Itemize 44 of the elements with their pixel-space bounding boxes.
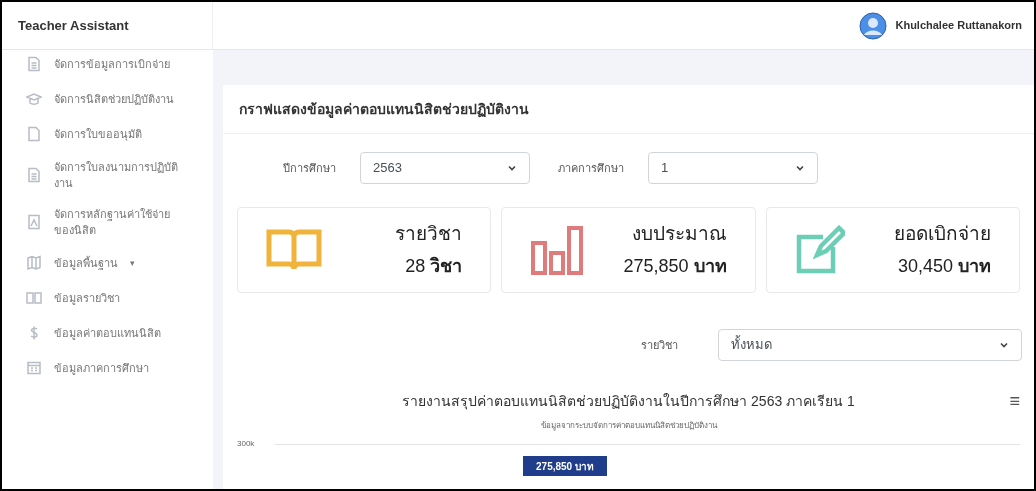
map-icon [26,255,42,271]
document-icon [26,56,42,72]
stat-value: 30,450 บาท [897,254,991,278]
filter-label: ภาคการศึกษา [558,160,624,176]
sidebar-item[interactable]: จัดการนิสิตช่วยปฏิบัติงาน [26,89,201,109]
menu-icon[interactable]: ≡ [1009,388,1020,415]
chart-subtitle: ข้อมูลจากระบบจัดการค่าตอบแทนนิสิตช่วยปฏิบัติงาน [540,420,717,432]
chevron-down-icon [795,163,805,173]
sidebar-item[interactable]: ข้อมูลภาคการศึกษา [26,358,201,378]
stat-label: รายวิชา [395,222,463,247]
calendar-icon [26,360,42,376]
file-icon [26,126,42,142]
panel-title: กราฟแสดงข้อมูลค่าตอบแทนนิสิตช่วยปฏิบัติงาน [239,101,529,117]
filter-label: รายวิชา [641,337,678,353]
document-icon [26,167,42,183]
dropdown-field[interactable]: ทั้งหมด [718,329,1022,361]
user-name[interactable]: Khulchalee Ruttanakorn [895,17,1022,34]
sidebar-item[interactable]: ข้อมูลรายวิชา [26,288,201,308]
pdf-file-icon [26,214,42,230]
sidebar-item[interactable]: จัดการใบลงนามการปฏิบัติงาน [26,159,201,191]
dropdown-field[interactable]: 1 [648,152,818,184]
caret-icon: ▾ [130,255,135,271]
sidebar-item[interactable]: จัดการใบขออนุมัติ [26,124,201,144]
stat-label: งบประมาณ [631,222,727,247]
sidebar-item[interactable]: ข้อมูลค่าตอบแทนนิสิต [26,323,201,343]
filter-label: ปีการศึกษา [283,160,336,176]
chevron-down-icon [507,163,517,173]
edit-icon [794,225,845,275]
sidebar-item[interactable]: จัดการข้อมูลการเบิกจ่าย [26,54,201,74]
sidebar-item[interactable]: ข้อมูลพื้นฐาน ▾ [26,253,201,273]
sidebar-item[interactable]: จัดการหลักฐานค่าใช้จ่ายของนิสิต [26,206,201,238]
chevron-down-icon [999,340,1009,350]
graduation-cap-icon [26,91,42,107]
stat-value: 275,850 บาท [623,254,727,278]
user-avatar-icon[interactable] [859,11,888,40]
stat-label: ยอดเบิกจ่าย [894,222,991,247]
chart-title: รายงานสรุปค่าตอบแทนนิสิตช่วยปฏิบัติงานในปีการศึกษา 2563 ภาคเรียน 1 [402,392,855,412]
bar-chart-icon [530,225,585,275]
axis-tick-label: 300k [237,438,256,450]
bar-value-label: 275,850 บาท [536,459,594,474]
dropdown-field[interactable]: 2563 [360,152,530,184]
book-icon [26,290,42,306]
app-title: Teacher Assistant [18,16,129,35]
stat-value: 28 วิชา [405,254,463,278]
